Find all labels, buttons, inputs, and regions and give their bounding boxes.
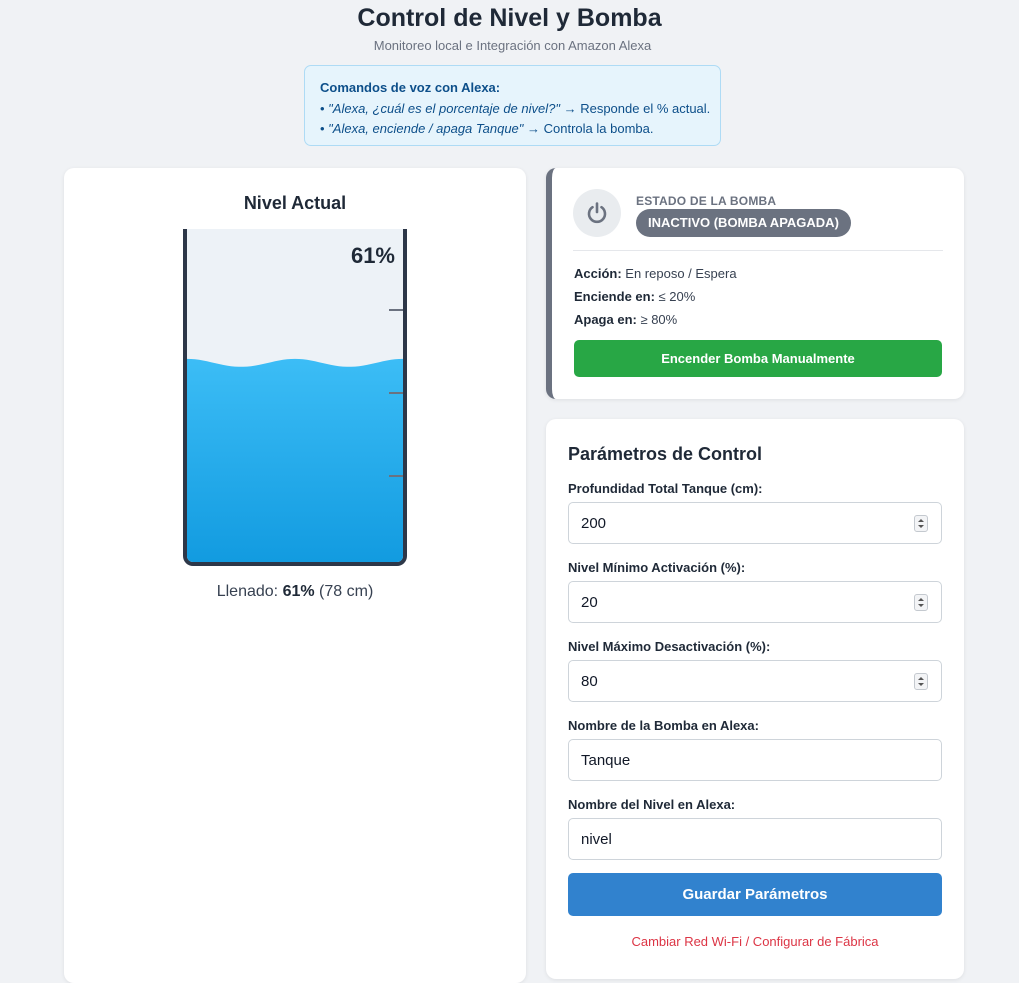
fill-percent: 61% xyxy=(282,583,315,600)
alexa-command-level: • "Alexa, ¿cuál es el porcentaje de nive… xyxy=(320,101,720,116)
tank-gauge: 61% xyxy=(183,229,407,566)
level-card-title: Nivel Actual xyxy=(243,193,347,213)
pump-on-threshold-row: Enciende en: ≤ 20% xyxy=(574,289,695,304)
alexa-commands-box: Comandos de voz con Alexa: • "Alexa, ¿cu… xyxy=(304,65,721,146)
params-title: Parámetros de Control xyxy=(568,444,763,464)
pump-status-label: ESTADO DE LA BOMBA xyxy=(636,194,777,208)
pump-off-value: ≥ 80% xyxy=(636,312,678,327)
page-subtitle: Monitoreo local e Integración con Amazon… xyxy=(373,38,652,53)
manual-pump-on-button[interactable]: Encender Bomba Manualmente xyxy=(574,340,942,377)
bullet: • xyxy=(320,101,329,116)
fill-readout: Llenado: 61% (78 cm) xyxy=(64,583,526,601)
depth-stepper[interactable] xyxy=(914,515,928,532)
water-fill xyxy=(187,358,403,562)
tank-tick-mark xyxy=(389,475,403,477)
pump-on-value: ≤ 20% xyxy=(654,289,696,304)
min-level-input[interactable] xyxy=(569,582,909,622)
pump-action-row: Acción: En reposo / Espera xyxy=(574,266,737,281)
level-percent: 61% xyxy=(350,243,395,268)
max-level-stepper[interactable] xyxy=(914,673,928,690)
alexa-command-pump-result: → Controla la bomba. xyxy=(523,121,654,136)
page-title: Control de Nivel y Bomba xyxy=(357,4,662,32)
max-level-label: Nivel Máximo Desactivación (%): xyxy=(568,639,771,654)
pump-action-label: Acción: xyxy=(574,266,622,281)
depth-input[interactable] xyxy=(569,503,909,543)
pump-status-card: ESTADO DE LA BOMBA INACTIVO (BOMBA APAGA… xyxy=(546,168,964,399)
pump-status-badge: INACTIVO (BOMBA APAGADA) xyxy=(636,209,851,237)
pump-name-input[interactable] xyxy=(568,739,942,781)
level-name-label: Nombre del Nivel en Alexa: xyxy=(568,797,736,812)
pump-action-value: En reposo / Espera xyxy=(621,266,737,281)
pump-off-label: Apaga en: xyxy=(574,312,637,327)
power-icon xyxy=(573,189,621,237)
bullet: • xyxy=(320,121,329,136)
tank-tick-mark xyxy=(389,309,403,311)
alexa-command-pump-quote: "Alexa, enciende / apaga Tanque" xyxy=(328,121,524,136)
depth-label: Profundidad Total Tanque (cm): xyxy=(568,481,763,496)
fill-label: Llenado: xyxy=(216,583,283,600)
min-level-stepper[interactable] xyxy=(914,594,928,611)
alexa-command-pump: • "Alexa, enciende / apaga Tanque" → Con… xyxy=(320,121,720,136)
alexa-command-level-quote: "Alexa, ¿cuál es el porcentaje de nivel?… xyxy=(328,101,560,116)
depth-field-wrap xyxy=(568,502,942,544)
min-level-field-wrap xyxy=(568,581,942,623)
level-card: Nivel Actual 61% Llenado: 61% (78 cm) xyxy=(64,168,526,983)
reset-wifi-link[interactable]: Cambiar Red Wi-Fi / Configurar de Fábric… xyxy=(546,934,964,949)
pump-off-threshold-row: Apaga en: ≥ 80% xyxy=(574,312,677,327)
alexa-commands-heading: Comandos de voz con Alexa: xyxy=(320,80,501,95)
pump-on-label: Enciende en: xyxy=(574,289,655,304)
alexa-command-level-result: → Responde el % actual. xyxy=(559,101,711,116)
save-params-button[interactable]: Guardar Parámetros xyxy=(568,873,942,916)
fill-cm: (78 cm) xyxy=(314,583,374,600)
pump-name-label: Nombre de la Bomba en Alexa: xyxy=(568,718,759,733)
max-level-field-wrap xyxy=(568,660,942,702)
control-params-card: Parámetros de Control Profundidad Total … xyxy=(546,419,964,979)
max-level-input[interactable] xyxy=(569,661,909,701)
min-level-label: Nivel Mínimo Activación (%): xyxy=(568,560,746,575)
level-name-input[interactable] xyxy=(568,818,942,860)
divider xyxy=(573,250,943,251)
tank-tick-mark xyxy=(389,392,403,394)
